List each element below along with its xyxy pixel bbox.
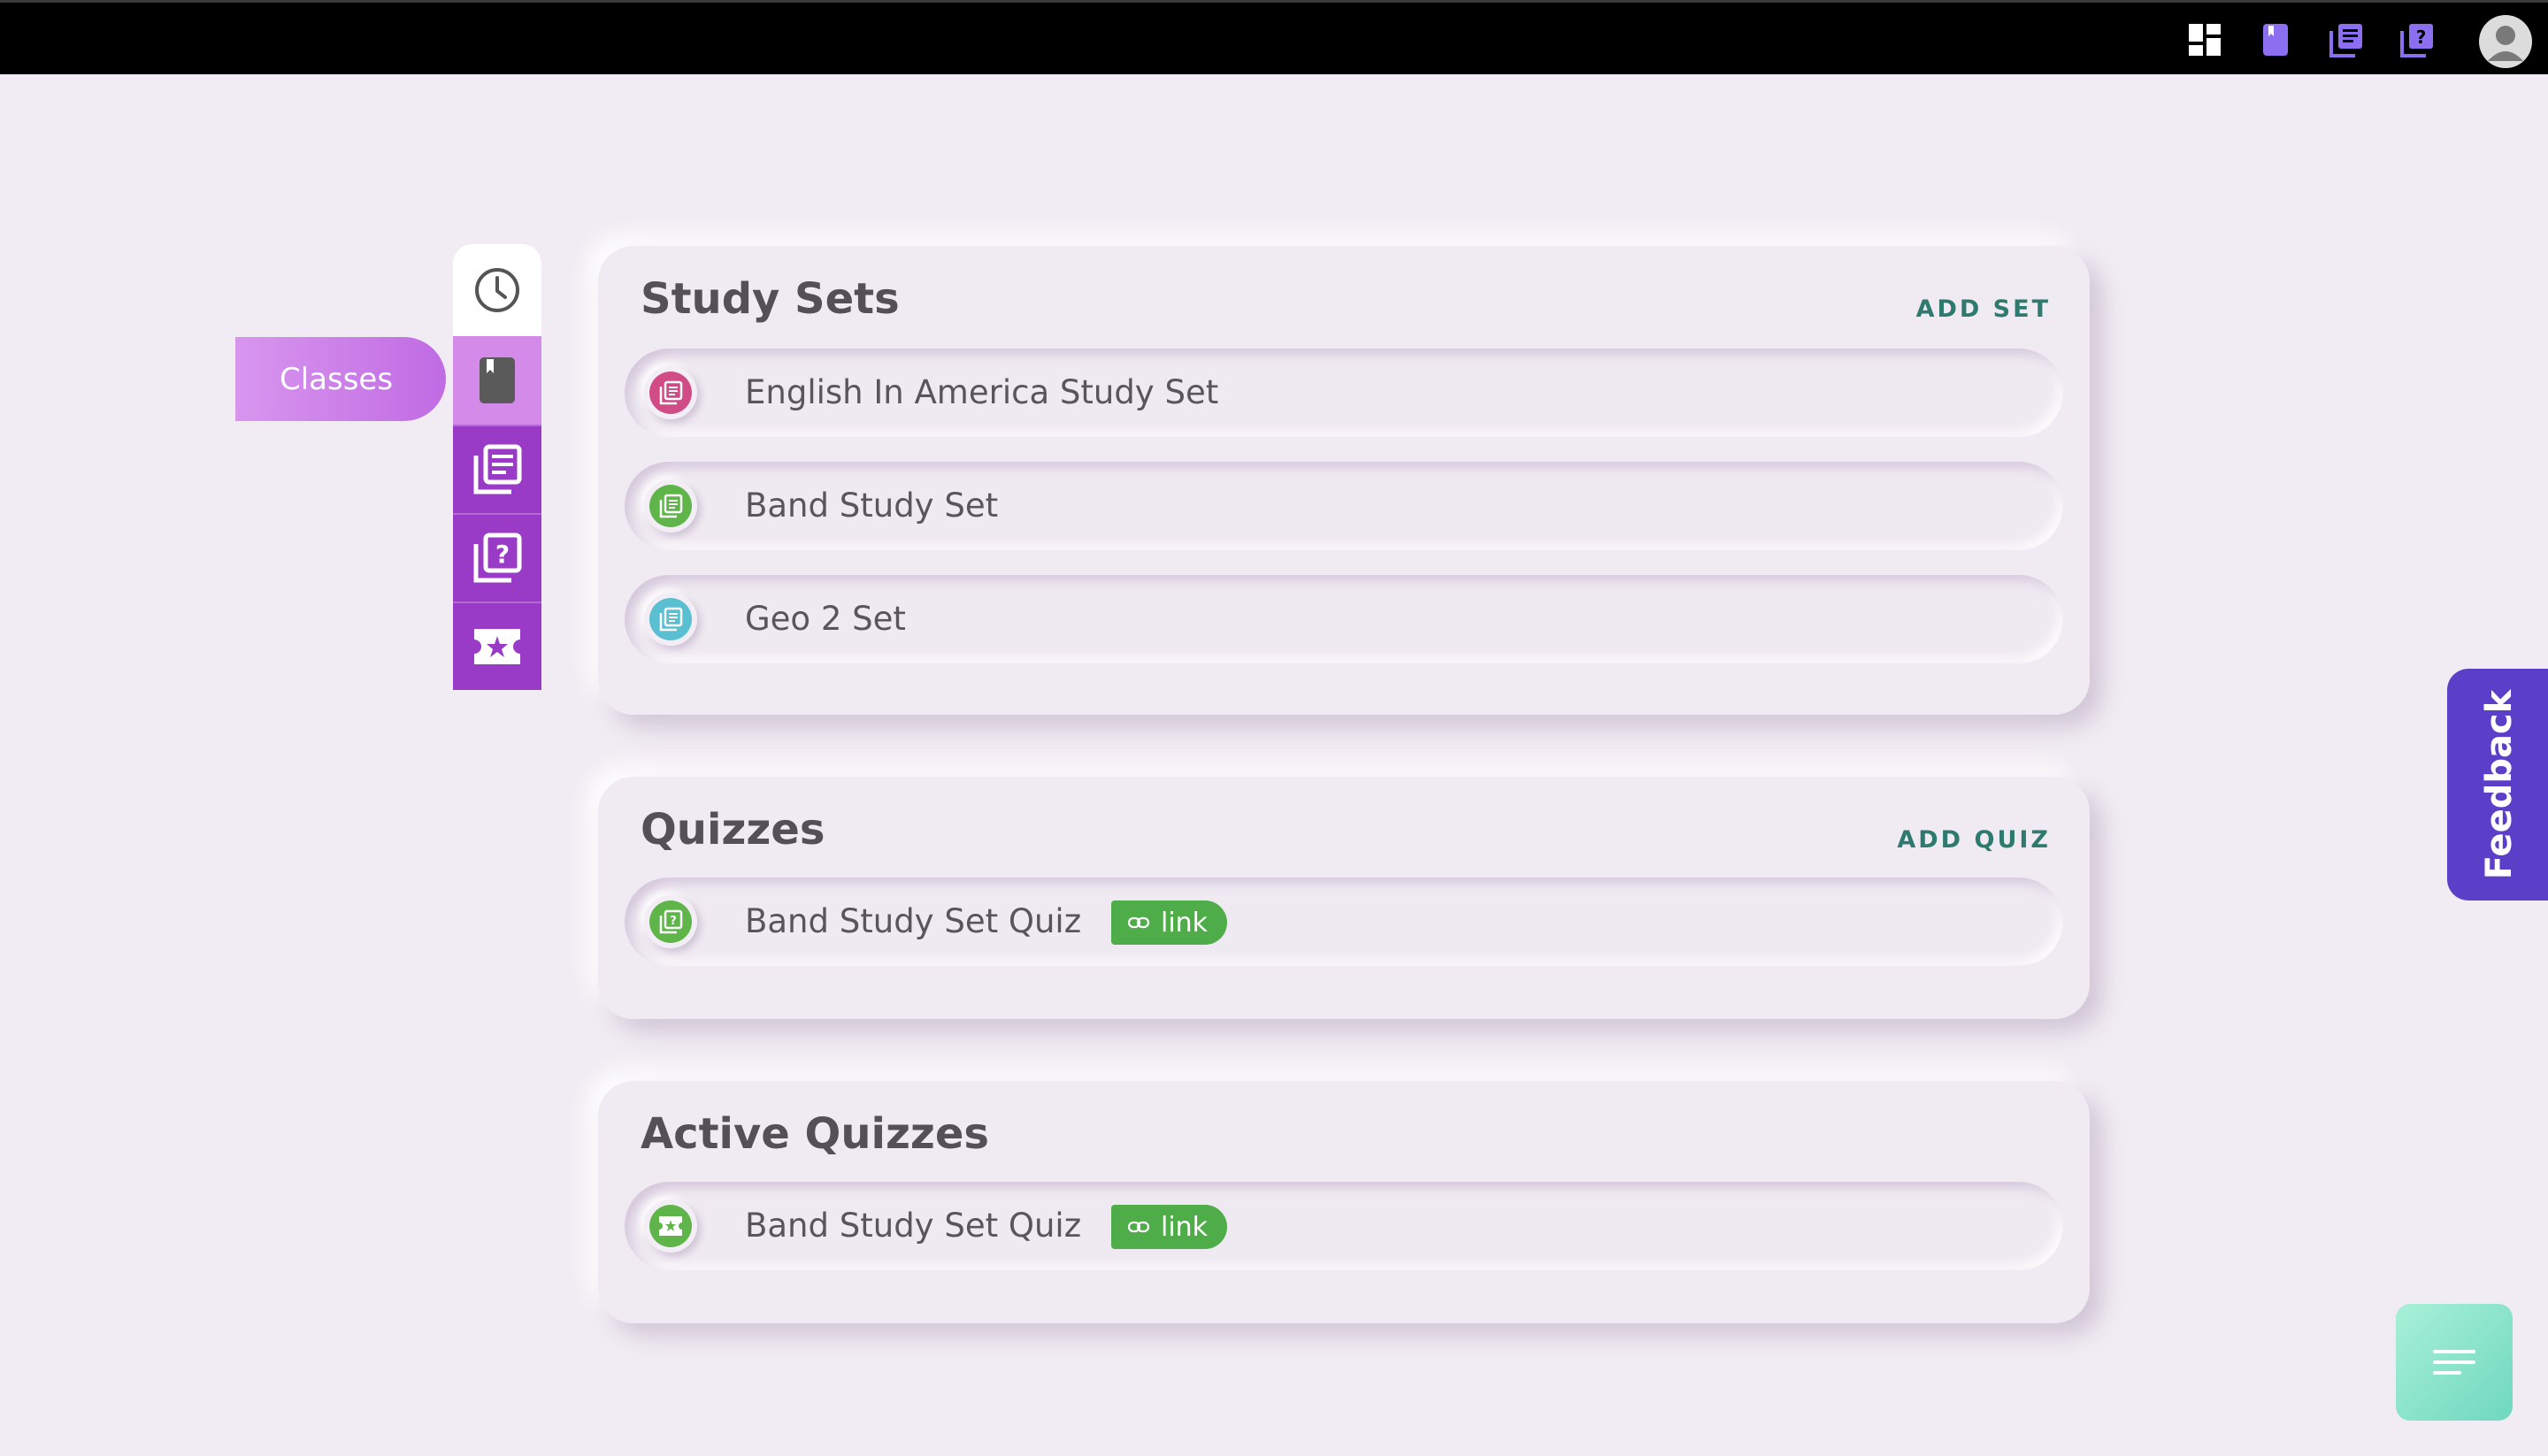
feedback-label: Feedback: [2479, 689, 2520, 880]
sidebar-item-history[interactable]: [453, 244, 541, 336]
quiz-icon: ?: [473, 533, 522, 583]
clock-icon: [475, 268, 519, 312]
active-quizzes-card: Active Quizzes Band Study Set Quiz link: [598, 1081, 2090, 1323]
sidebar-item-study-sets[interactable]: [453, 425, 541, 513]
menu-fab-button[interactable]: [2396, 1304, 2513, 1421]
study-set-icon: [659, 380, 683, 405]
quiz-badge: ?: [644, 895, 697, 948]
sidebar-item-classes[interactable]: [453, 336, 541, 425]
top-bar: ?: [0, 0, 2548, 74]
ticket-star-icon: [659, 1216, 682, 1236]
sidebar-item-quizzes[interactable]: ?: [453, 513, 541, 602]
svg-text:?: ?: [495, 540, 510, 569]
quizzes-title: Quizzes: [641, 805, 825, 854]
active-quiz-link-button[interactable]: link: [1111, 1205, 1228, 1249]
study-set-icon[interactable]: [2329, 22, 2364, 57]
study-set-label: Band Study Set: [745, 487, 999, 525]
study-set-row[interactable]: English In America Study Set: [625, 349, 2063, 437]
quiz-icon: ?: [659, 909, 683, 934]
link-label: link: [1161, 1211, 1209, 1243]
ticket-star-icon: [474, 629, 520, 664]
study-set-badge: [644, 479, 697, 533]
study-sets-title: Study Sets: [641, 274, 900, 324]
sidebar-active-label[interactable]: Classes: [235, 337, 446, 421]
feedback-tab[interactable]: Feedback: [2447, 669, 2548, 900]
active-quiz-row[interactable]: Band Study Set Quiz link: [625, 1182, 2063, 1270]
quiz-icon[interactable]: ?: [2399, 22, 2435, 57]
quiz-row[interactable]: ? Band Study Set Quiz link: [625, 877, 2063, 966]
quiz-label: Band Study Set Quiz: [745, 902, 1082, 940]
bookmark-book-icon: [480, 357, 515, 403]
link-icon: [1127, 916, 1150, 929]
profile-avatar-icon[interactable]: [2479, 15, 2532, 68]
svg-text:?: ?: [670, 915, 677, 928]
study-set-icon: [473, 444, 522, 494]
active-quiz-badge: [644, 1199, 697, 1253]
quiz-link-button[interactable]: link: [1111, 900, 1228, 945]
study-set-icon: [659, 607, 683, 632]
study-set-icon: [659, 494, 683, 518]
svg-text:?: ?: [2416, 27, 2427, 48]
study-set-label: English In America Study Set: [745, 373, 1219, 411]
study-set-badge: [644, 366, 697, 419]
menu-lines-icon: [2433, 1350, 2475, 1375]
study-set-row[interactable]: Band Study Set: [625, 462, 2063, 550]
study-sets-card: Study Sets ADD SET English In America St…: [598, 246, 2090, 715]
sidebar-item-active-quizzes[interactable]: [453, 602, 541, 690]
link-label: link: [1161, 907, 1209, 939]
study-set-badge: [644, 593, 697, 646]
active-quiz-label: Band Study Set Quiz: [745, 1207, 1082, 1245]
sidebar-rail: ?: [453, 244, 541, 690]
add-quiz-button[interactable]: ADD QUIZ: [1897, 826, 2051, 854]
active-quizzes-title: Active Quizzes: [641, 1109, 989, 1159]
class-book-icon[interactable]: [2258, 22, 2293, 57]
study-set-label: Geo 2 Set: [745, 600, 906, 638]
dashboard-icon[interactable]: [2187, 22, 2222, 57]
link-icon: [1127, 1221, 1150, 1233]
add-set-button[interactable]: ADD SET: [1916, 295, 2051, 323]
quizzes-card: Quizzes ADD QUIZ ? Band Study Set Quiz l…: [598, 777, 2090, 1019]
study-set-row[interactable]: Geo 2 Set: [625, 575, 2063, 663]
